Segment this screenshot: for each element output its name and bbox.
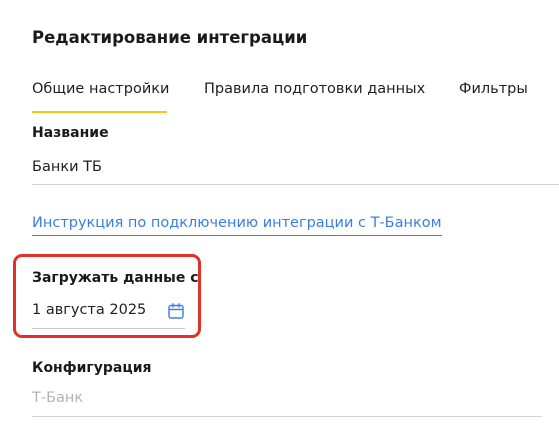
name-input[interactable] (32, 150, 559, 185)
load-from-label: Загружать данные с (32, 270, 199, 286)
load-from-date-value: 1 августа 2025 (32, 302, 147, 318)
calendar-icon[interactable] (167, 302, 185, 320)
name-field-label: Название (32, 125, 109, 141)
configuration-label: Конфигурация (32, 360, 152, 376)
tab-bar: Общие настройки Правила подготовки данны… (32, 78, 559, 114)
configuration-underline (32, 416, 542, 417)
tab-data-preparation-rules[interactable]: Правила подготовки данных (204, 78, 425, 100)
page-title: Редактирование интеграции (32, 28, 308, 47)
tab-filters[interactable]: Фильтры (459, 78, 528, 100)
edit-integration-dialog: Редактирование интеграции Общие настройк… (0, 0, 559, 435)
instruction-link[interactable]: Инструкция по подключению интеграции с Т… (32, 215, 442, 236)
load-from-date-picker[interactable]: 1 августа 2025 (32, 298, 185, 329)
tab-general-settings[interactable]: Общие настройки (32, 78, 169, 100)
configuration-value[interactable]: Т-Банк (32, 390, 83, 406)
active-tab-indicator (32, 111, 167, 113)
